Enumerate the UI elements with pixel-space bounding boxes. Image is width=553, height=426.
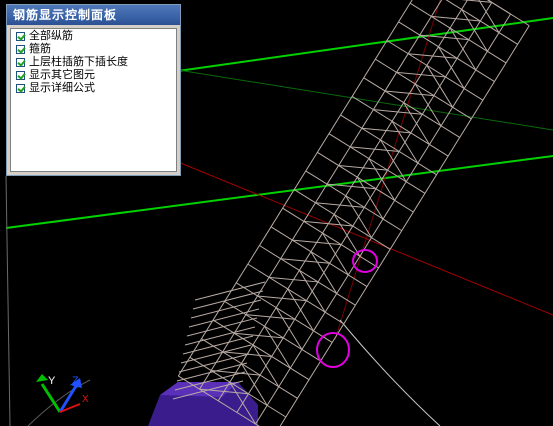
dowel-stirrup [194, 281, 266, 301]
stirrup [386, 40, 484, 101]
option-stirrups[interactable]: 箍筋 [11, 43, 176, 55]
stirrup [293, 189, 391, 250]
stirrup [305, 170, 403, 232]
dowel-stirrup [182, 335, 254, 355]
checkbox-upper-column-dowel-length[interactable] [16, 57, 25, 67]
option-label: 显示详细公式 [29, 81, 95, 94]
dowel-stirrup [188, 308, 260, 328]
curve-line [339, 319, 441, 426]
stirrup-tie [361, 127, 411, 134]
z-axis-label: Z [72, 375, 79, 387]
dowel-stirrup [186, 317, 258, 337]
stirrup-tie [234, 332, 284, 339]
option-label: 箍筋 [29, 42, 51, 55]
option-label: 上层柱插筋下插长度 [29, 55, 128, 68]
stirrup-tie [350, 146, 400, 152]
checkbox-show-detailed-formula[interactable] [16, 83, 25, 93]
dowel-stirrup [184, 326, 256, 346]
highlight-circle-lower[interactable] [316, 332, 350, 368]
stirrup-tie [292, 239, 342, 246]
stirrup-tie [338, 165, 388, 171]
grid-line-upper [177, 17, 553, 72]
dowel-stirrup [192, 290, 264, 310]
dowel-stirrup [178, 353, 250, 373]
stirrup-tie [280, 258, 330, 264]
stirrup [212, 319, 310, 381]
rebar-display-control-panel[interactable]: 钢筋显示控制面板 全部纵筋 箍筋 上层柱插筋下插长度 显示其它图元 显示详细公式 [6, 4, 181, 176]
x-axis-label: X [82, 394, 89, 405]
stirrup [375, 58, 472, 120]
stirrup-tie [257, 295, 307, 302]
longitudinal-bar [279, 25, 530, 426]
3d-viewport[interactable]: Y Z X 钢筋显示控制面板 全部纵筋 箍筋 上层柱插筋下插长度 显示其它图元 [0, 0, 553, 426]
stirrup-tie [303, 220, 353, 227]
option-show-detailed-formula[interactable]: 显示详细公式 [11, 82, 176, 94]
axis-triad: Y Z X [36, 374, 89, 413]
y-axis-arrow [40, 383, 62, 413]
option-label: 显示其它图元 [29, 68, 95, 81]
stirrup-tie [396, 71, 446, 78]
stirrup [247, 263, 345, 325]
stirrup [363, 77, 460, 138]
stirrup-tie [269, 276, 319, 283]
stirrup-tie [373, 109, 423, 115]
stirrup-tie [315, 202, 365, 208]
checkbox-all-longitudinal-bars[interactable] [16, 31, 25, 41]
stirrup [317, 151, 414, 213]
stirrup [270, 226, 368, 287]
panel-options: 全部纵筋 箍筋 上层柱插筋下插长度 显示其它图元 显示详细公式 [10, 28, 177, 172]
stirrup [398, 21, 495, 82]
checkbox-stirrups[interactable] [16, 44, 25, 54]
stirrup-tie [487, 0, 511, 15]
option-label: 全部纵筋 [29, 29, 73, 42]
stirrup-tie [419, 34, 469, 41]
axis-line-red [177, 161, 553, 316]
stirrup-tie [384, 90, 434, 97]
y-axis-label: Y [48, 375, 56, 387]
panel-title[interactable]: 钢筋显示控制面板 [7, 5, 180, 25]
grid-line-left [5, 175, 11, 426]
checkbox-show-other-elements[interactable] [16, 70, 25, 80]
option-all-longitudinal-bars[interactable]: 全部纵筋 [11, 30, 176, 42]
stirrup-tie [408, 53, 458, 59]
option-show-other-elements[interactable]: 显示其它图元 [11, 69, 176, 81]
stirrup [259, 245, 356, 306]
stirrup-tie [431, 15, 481, 22]
stirrup [235, 282, 333, 343]
option-upper-column-dowel-length[interactable]: 上层柱插筋下插长度 [11, 56, 176, 68]
stirrup-tie [326, 183, 377, 190]
stirrup [409, 2, 507, 64]
